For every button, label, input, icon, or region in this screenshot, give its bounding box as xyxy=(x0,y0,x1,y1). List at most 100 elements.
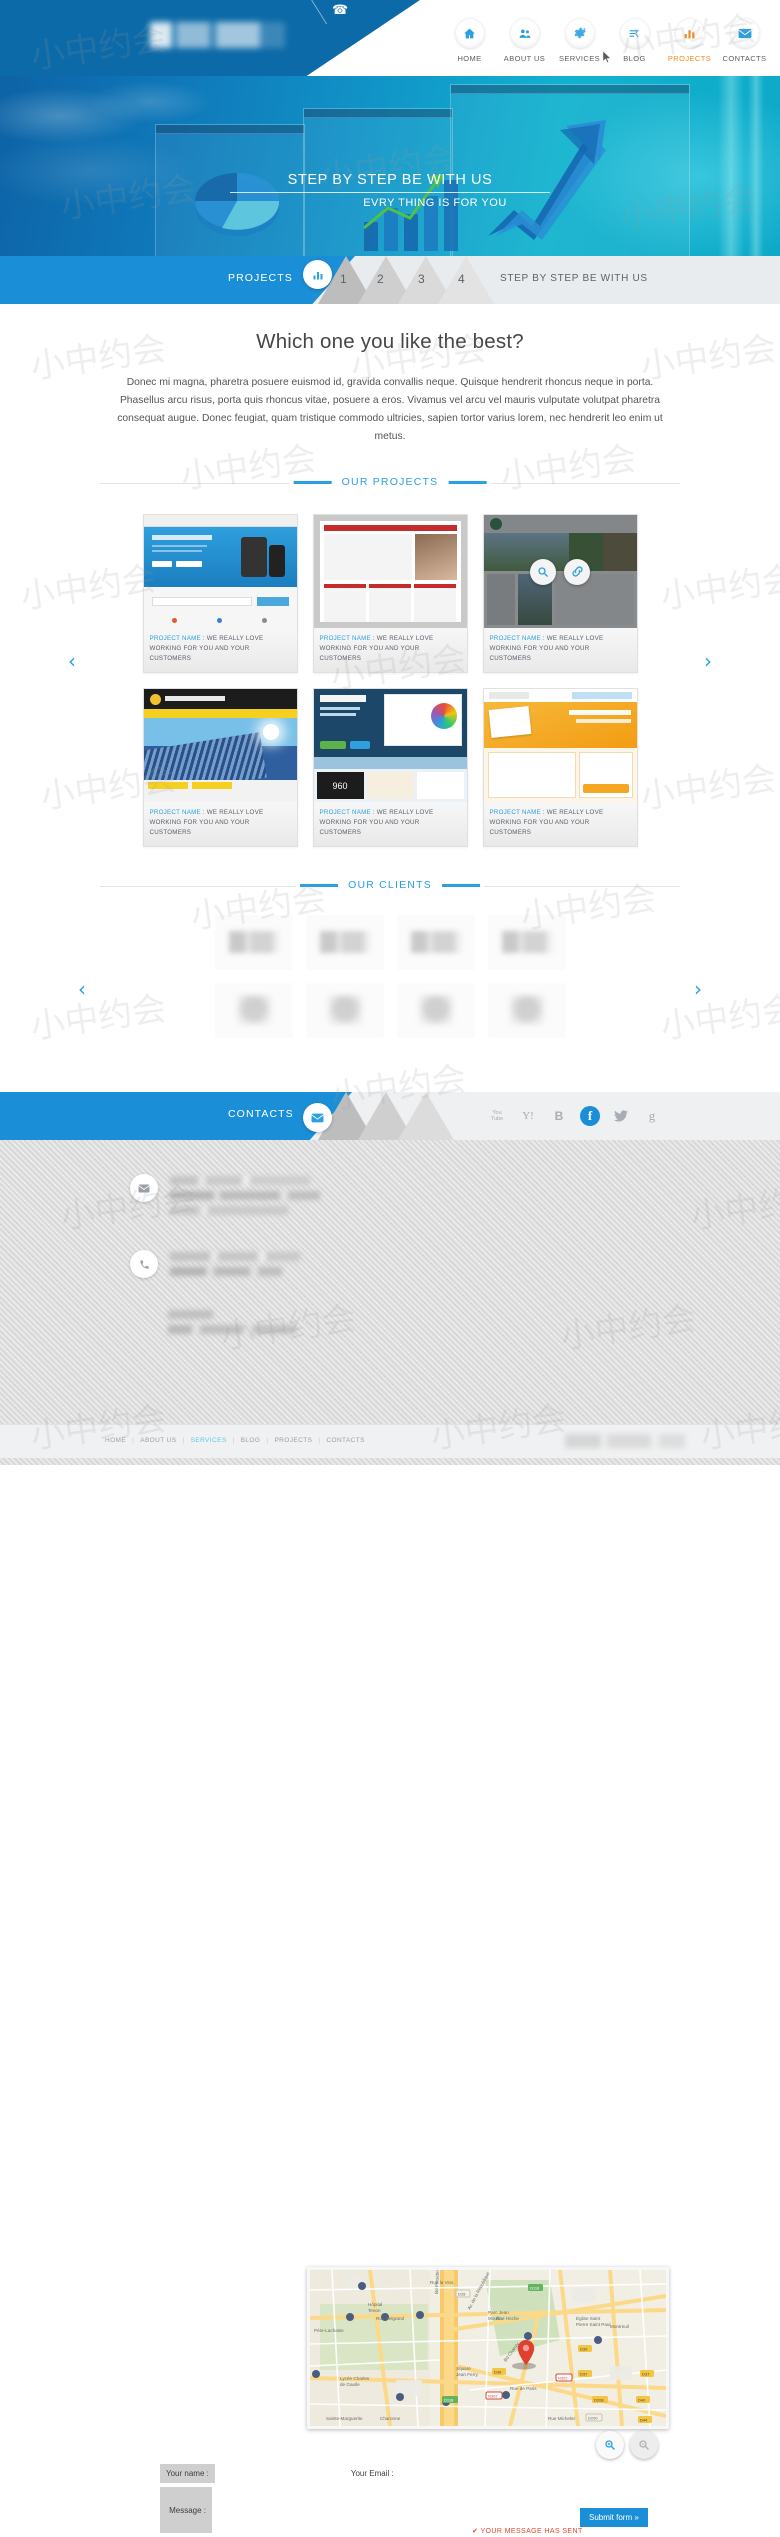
project-thumbnail[interactable] xyxy=(143,515,297,628)
projects-prev-arrow[interactable]: ‹ xyxy=(68,649,76,673)
google-map[interactable]: Père-Lachaise Hôpital Tenon Rue Belgrand … xyxy=(307,2267,669,2429)
band-triangle-4 xyxy=(438,256,494,304)
mouse-cursor xyxy=(602,50,612,64)
magnifier-minus-icon[interactable] xyxy=(630,2431,658,2459)
phone-icon: ☎ xyxy=(332,2,349,17)
yahoo-icon[interactable]: Y! xyxy=(518,1106,538,1126)
band-step-4[interactable]: 4 xyxy=(458,272,465,286)
band-step-1[interactable]: 1 xyxy=(340,272,347,286)
bar-chart-icon xyxy=(674,18,705,48)
project-name: PROJECT NAME xyxy=(489,809,541,816)
project-card[interactable]: PROJECT NAME : WE REALLY LOVE WORKING FO… xyxy=(482,688,638,847)
svg-text:D28: D28 xyxy=(458,2292,466,2297)
divider-bar-left xyxy=(293,480,332,484)
company-logo[interactable] xyxy=(150,22,285,48)
project-thumbnail[interactable] xyxy=(483,515,637,628)
google-icon[interactable]: g xyxy=(642,1106,662,1126)
nav-item-projects[interactable]: PROJECTS xyxy=(662,18,717,63)
footer-link-contacts[interactable]: CONTACTS xyxy=(326,1437,364,1444)
svg-text:Rue Michelet: Rue Michelet xyxy=(548,2416,576,2421)
our-clients-label: OUR CLIENTS xyxy=(348,879,432,891)
youtube-icon[interactable]: You Tube xyxy=(487,1106,507,1126)
nav-item-services[interactable]: SERVICES xyxy=(552,18,607,63)
map-zoom-controls xyxy=(596,2431,658,2459)
name-input[interactable] xyxy=(214,2464,343,2482)
project-card[interactable]: 960 PROJECT NAME : WE REALLY LOVE WORKIN… xyxy=(312,688,468,847)
contacts-band-blue xyxy=(0,1092,352,1140)
projects-band-icon xyxy=(303,260,332,289)
footer-link-blog[interactable]: BLOG xyxy=(241,1437,261,1444)
magnifier-plus-icon[interactable] xyxy=(596,2431,624,2459)
svg-text:D290: D290 xyxy=(588,2416,598,2421)
hero-title: STEP BY STEP BE WITH US xyxy=(287,172,493,188)
footer-logo xyxy=(565,1434,685,1448)
project-thumbnail[interactable] xyxy=(143,689,297,802)
email-input[interactable] xyxy=(399,2464,594,2482)
project-card[interactable]: PROJECT NAME : WE REALLY LOVE WORKING FO… xyxy=(312,514,468,673)
project-card[interactable]: PROJECT NAME : WE REALLY LOVE WORKING FO… xyxy=(142,514,298,673)
nav-item-blog[interactable]: BLOG xyxy=(607,18,662,63)
divider-bar-left xyxy=(300,883,339,887)
clients-next-arrow[interactable]: › xyxy=(694,977,702,1001)
page-root: ☎ HOME ABOUT US SERVICES BLOG PROJECTS C… xyxy=(0,0,780,2535)
clients-prev-arrow[interactable]: ‹ xyxy=(78,977,86,1001)
footer-navigation: HOME | ABOUT US | SERVICES | BLOG | PROJ… xyxy=(105,1437,365,1444)
band-step-3[interactable]: 3 xyxy=(418,272,425,286)
svg-text:D44: D44 xyxy=(640,2418,648,2423)
project-caption: PROJECT NAME : WE REALLY LOVE WORKING FO… xyxy=(483,628,637,672)
client-logo[interactable] xyxy=(396,915,475,970)
project-caption: PROJECT NAME : WE REALLY LOVE WORKING FO… xyxy=(143,628,297,672)
project-card[interactable]: PROJECT NAME : WE REALLY LOVE WORKING FO… xyxy=(142,688,298,847)
project-thumbnail[interactable] xyxy=(483,689,637,802)
magnifier-icon[interactable] xyxy=(530,558,556,585)
lead-paragraph: Donec mi magna, pharetra posuere euismod… xyxy=(117,377,663,442)
svg-text:Charonne: Charonne xyxy=(380,2416,401,2421)
lines-icon xyxy=(619,18,650,48)
footer-link-projects[interactable]: PROJECTS xyxy=(274,1437,312,1444)
project-thumbnail[interactable] xyxy=(313,515,467,628)
nav-item-home[interactable]: HOME xyxy=(442,18,497,63)
client-logo[interactable] xyxy=(487,915,566,970)
people-icon xyxy=(509,18,540,48)
link-icon[interactable] xyxy=(564,558,590,585)
hero-light-ray xyxy=(718,76,744,256)
project-caption: PROJECT NAME : WE REALLY LOVE WORKING FO… xyxy=(313,628,467,672)
hero-text-block: STEP BY STEP BE WITH US EVRY THING IS FO… xyxy=(0,172,780,209)
client-logo[interactable] xyxy=(214,915,293,970)
projects-grid: PROJECT NAME : WE REALLY LOVE WORKING FO… xyxy=(100,514,680,847)
site-footer: HOME | ABOUT US | SERVICES | BLOG | PROJ… xyxy=(0,1424,780,1458)
blogger-icon[interactable]: B xyxy=(549,1106,569,1126)
project-thumbnail[interactable]: 960 xyxy=(313,689,467,802)
nav-item-contacts[interactable]: CONTACTS xyxy=(717,18,772,63)
submit-button[interactable]: Submit form » xyxy=(580,2508,648,2527)
client-logo[interactable] xyxy=(214,983,293,1038)
our-projects-divider: OUR PROJECTS xyxy=(100,476,680,490)
svg-text:Rue de Paris: Rue de Paris xyxy=(510,2386,537,2391)
twitter-icon[interactable] xyxy=(611,1106,631,1126)
svg-text:D39: D39 xyxy=(580,2347,588,2352)
envelope-icon xyxy=(130,1174,158,1202)
footer-link-services[interactable]: SERVICES xyxy=(191,1437,227,1444)
band-step-2[interactable]: 2 xyxy=(377,272,384,286)
site-header: ☎ HOME ABOUT US SERVICES BLOG PROJECTS C… xyxy=(0,0,780,76)
client-logo[interactable] xyxy=(305,983,384,1038)
hero-underline xyxy=(230,192,550,193)
projects-next-arrow[interactable]: › xyxy=(704,649,712,673)
nav-label-contacts: CONTACTS xyxy=(722,54,767,63)
project-card[interactable]: PROJECT NAME : WE REALLY LOVE WORKING FO… xyxy=(482,514,638,673)
nav-item-about-us[interactable]: ABOUT US xyxy=(497,18,552,63)
footer-link-home[interactable]: HOME xyxy=(105,1437,126,1444)
svg-text:Rue Belgrand: Rue Belgrand xyxy=(376,2316,405,2321)
clients-grid xyxy=(100,915,680,1038)
project-caption: PROJECT NAME : WE REALLY LOVE WORKING FO… xyxy=(143,802,297,846)
footer-link-about-us[interactable]: ABOUT US xyxy=(140,1437,176,1444)
client-logo[interactable] xyxy=(487,983,566,1038)
client-logo[interactable] xyxy=(305,915,384,970)
contact-section: Père-Lachaise Hôpital Tenon Rue Belgrand … xyxy=(0,1140,780,2535)
message-label: Message : xyxy=(160,2487,212,2533)
client-logo[interactable] xyxy=(396,983,475,1038)
facebook-icon[interactable]: f xyxy=(580,1106,600,1126)
project-caption: PROJECT NAME : WE REALLY LOVE WORKING FO… xyxy=(483,802,637,846)
project-name: PROJECT NAME xyxy=(149,809,201,816)
footer-separator: | xyxy=(266,1437,269,1444)
